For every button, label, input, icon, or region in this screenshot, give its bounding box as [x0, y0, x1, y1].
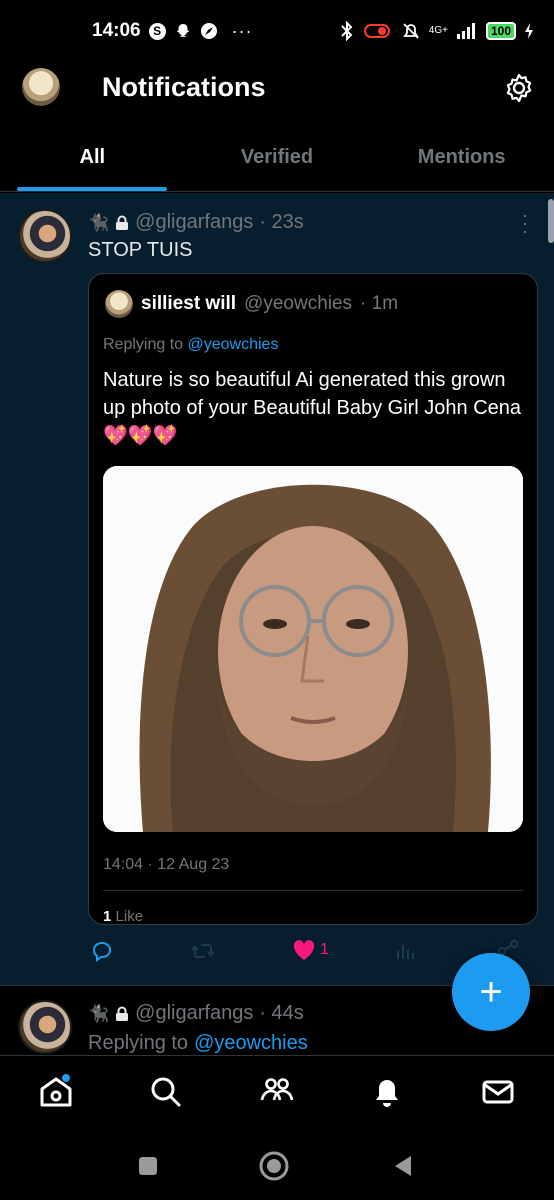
signal-icon — [456, 23, 475, 39]
portrait-image — [103, 466, 523, 832]
replying-prefix: Replying to — [88, 1032, 189, 1054]
cat-icon: 🐈‍⬛ — [88, 212, 110, 232]
tab-mentions[interactable]: Mentions — [369, 130, 554, 191]
quoted-tweet[interactable]: silliest will @yeowchies · 1m Replying t… — [88, 273, 538, 925]
post-handle[interactable]: @gligarfangs — [135, 211, 253, 234]
replying-handle-link[interactable]: @yeowchies — [194, 1032, 308, 1055]
bottom-navigation — [0, 1055, 554, 1135]
home-circle-icon[interactable] — [258, 1150, 290, 1182]
quote-body: Nature is so beautiful Ai generated this… — [103, 369, 522, 447]
tab-verified[interactable]: Verified — [185, 130, 370, 191]
compass-icon — [200, 23, 217, 39]
post-meta: 🐈‍⬛ @gligarfangs · 23s — [88, 211, 304, 234]
app-header: Notifications — [0, 62, 554, 120]
divider — [103, 890, 523, 891]
heart-icon — [293, 940, 315, 960]
quote-replying-to: Replying to @yeowchies — [103, 336, 278, 354]
system-navigation-bar — [0, 1135, 554, 1200]
retweet-icon — [191, 944, 215, 958]
notification-feed: 🐈‍⬛ @gligarfangs · 23s · · · STOP TUIS sil… — [0, 193, 554, 1055]
quote-author-avatar — [105, 290, 133, 318]
communities-icon[interactable] — [259, 1074, 295, 1110]
more-notifications-indicator: ··· — [231, 20, 253, 41]
more-options-icon[interactable]: · · · — [522, 206, 528, 240]
page-title: Notifications — [102, 72, 266, 102]
post-author-avatar[interactable] — [18, 209, 72, 263]
lock-icon — [116, 1006, 129, 1021]
shazam-icon: S — [148, 22, 166, 40]
post-age: · 44s — [259, 1002, 304, 1024]
quote-likes[interactable]: 1 Like — [103, 908, 144, 925]
replying-handle-link[interactable]: @yeowchies — [188, 336, 279, 353]
search-icon[interactable] — [148, 1074, 184, 1110]
post-handle[interactable]: @gligarfangs — [135, 1002, 253, 1025]
status-time: 14:06 — [92, 20, 141, 41]
post-replying-to: Replying to @yeowchies — [88, 1032, 308, 1055]
retweet-button[interactable] — [190, 939, 216, 963]
scrollbar-thumb[interactable] — [548, 199, 554, 243]
network-type: 4G+ — [428, 25, 448, 36]
quote-likes-count: 1 — [103, 908, 112, 925]
quote-likes-label: Like — [115, 908, 144, 925]
settings-gear-icon[interactable] — [503, 72, 535, 104]
home-unread-dot — [62, 1074, 70, 1082]
recents-square-icon[interactable] — [137, 1155, 159, 1177]
post-author-avatar[interactable] — [18, 1000, 72, 1054]
post-age: · 23s — [259, 211, 304, 233]
data-saver-icon — [363, 24, 390, 38]
tab-all[interactable]: All — [0, 130, 185, 191]
status-system-icons: 4G+ 100 — [339, 21, 534, 41]
notifications-bell-icon[interactable] — [369, 1074, 405, 1110]
replying-prefix: Replying to — [103, 336, 184, 353]
battery-indicator: 100 — [485, 22, 516, 40]
back-triangle-icon[interactable] — [392, 1154, 414, 1178]
compose-button[interactable]: + — [452, 953, 530, 1031]
quote-author-name: silliest will — [141, 293, 237, 314]
post-meta: 🐈‍⬛ @gligarfangs · 44s — [88, 1002, 304, 1025]
snapchat-icon — [176, 24, 189, 37]
lock-icon — [116, 215, 129, 230]
mute-icon — [403, 23, 419, 39]
bluetooth-icon — [341, 21, 353, 41]
quote-header: silliest will @yeowchies · 1m — [105, 290, 398, 318]
status-notification-icons: S ··· — [148, 20, 253, 42]
charging-icon — [525, 23, 533, 39]
profile-avatar[interactable] — [22, 68, 60, 106]
post-item[interactable]: 🐈‍⬛ @gligarfangs · 23s · · · STOP TUIS sil… — [0, 193, 554, 985]
analytics-icon — [397, 945, 414, 959]
quote-author-handle: @yeowchies — [244, 293, 353, 314]
like-count: 1 — [320, 941, 329, 958]
quote-age: · 1m — [360, 293, 399, 314]
like-button[interactable]: 1 — [292, 939, 329, 961]
quote-photo[interactable] — [103, 466, 523, 832]
reply-button[interactable] — [90, 939, 114, 963]
status-bar: 14:06 S ··· 4G+ 100 — [0, 0, 554, 62]
reply-icon — [93, 942, 111, 962]
notification-tabs: All Verified Mentions — [0, 130, 554, 192]
cat-icon: 🐈‍⬛ — [88, 1003, 110, 1023]
views-button[interactable] — [394, 939, 418, 963]
post-text: STOP TUIS — [88, 239, 193, 261]
messages-mail-icon[interactable] — [480, 1074, 516, 1110]
quote-timestamp: 14:04 · 12 Aug 23 — [103, 856, 230, 873]
